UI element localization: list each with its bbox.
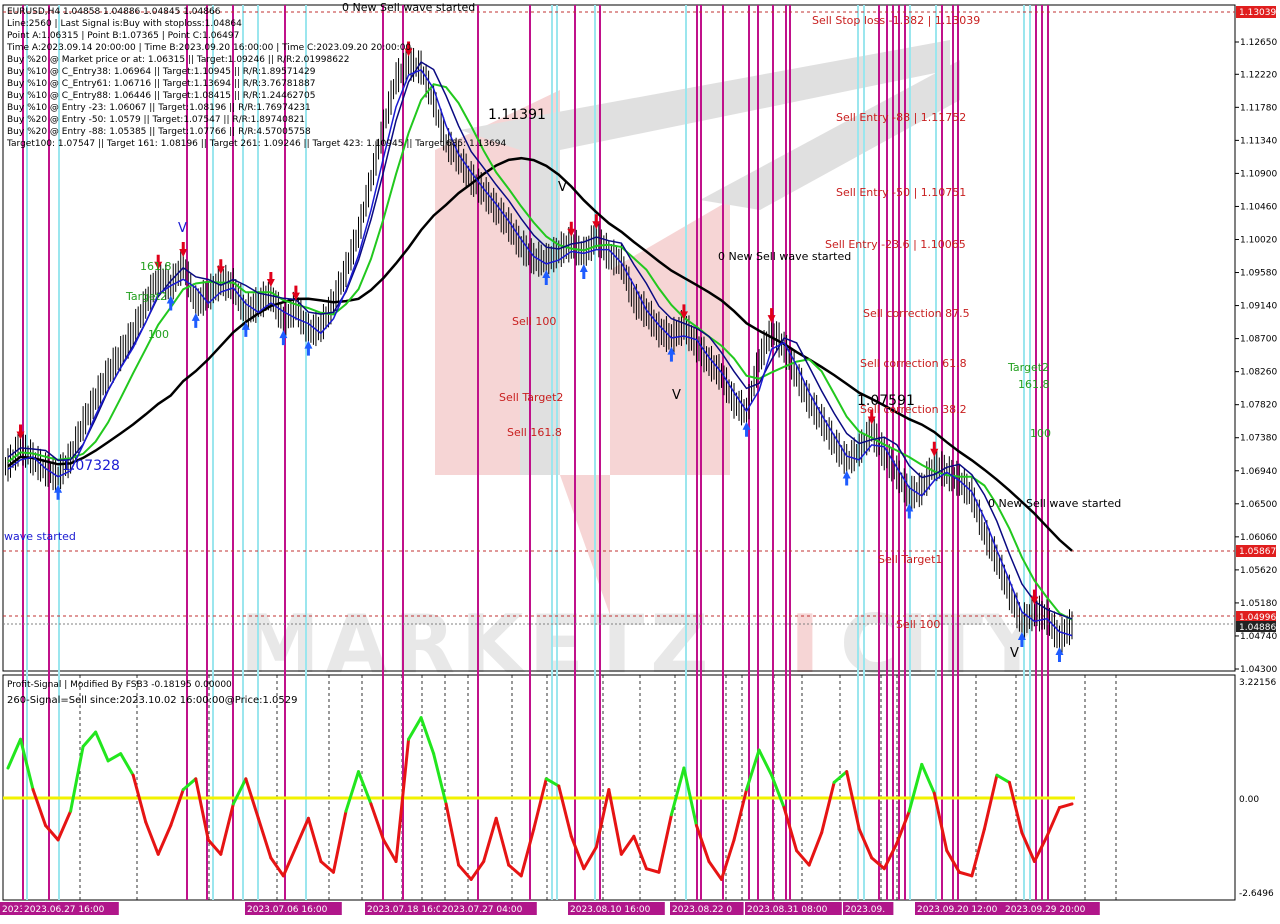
annotation-new-sell-wave: 0 New Sell wave started bbox=[988, 497, 1121, 510]
info-line: Buy %10 @ C_Entry88: 1.06446 || Target:1… bbox=[7, 91, 315, 101]
indicator-axis-zero: 0.00 bbox=[1239, 795, 1259, 805]
price-tick-label: 1.07820 bbox=[1240, 401, 1277, 411]
price-tick-label: 1.06940 bbox=[1240, 467, 1277, 477]
price-tick-label: 1.06060 bbox=[1240, 533, 1277, 543]
price-tick-label: 1.10460 bbox=[1240, 202, 1277, 212]
price-tick-label: 1.11340 bbox=[1240, 136, 1277, 146]
annotation-sell-correction: Sell correction 61.8 bbox=[860, 357, 967, 370]
time-label: 2023.08.31 08:00 bbox=[747, 905, 828, 915]
annotation-v: V bbox=[558, 180, 567, 195]
info-line: Buy %20 @ Entry -50: 1.0579 || Target:1.… bbox=[7, 115, 305, 125]
info-line: Buy %10 @ C_Entry61: 1.06716 || Target:1… bbox=[7, 79, 315, 89]
time-label: 2023.09. bbox=[845, 905, 885, 915]
price-tick-label: 1.12220 bbox=[1240, 70, 1277, 80]
annotation-v: V bbox=[178, 221, 187, 236]
annotation-sell-entry-50: Sell Entry -50 | 1.10751 bbox=[836, 186, 966, 199]
annotation-100-left: 100 bbox=[148, 328, 169, 341]
time-label: 2023.07.18 16:00 bbox=[367, 905, 448, 915]
annotation-sell-161: Sell 161.8 bbox=[507, 426, 562, 439]
annotation-level: 1.07328 bbox=[62, 458, 120, 474]
annotation-wave-started: wave started bbox=[4, 530, 76, 543]
time-label: 2023.07.27 04:00 bbox=[442, 905, 523, 915]
price-tick-label: 1.12650 bbox=[1240, 38, 1277, 48]
annotation-161-left: 161.8 bbox=[140, 260, 172, 273]
time-label: 2023.07.06 16:00 bbox=[247, 905, 328, 915]
annotation-target2: Target2 bbox=[1007, 361, 1049, 374]
info-line: Buy %20 @ Market price or at: 1.06315 ||… bbox=[7, 55, 349, 65]
info-line: Buy %10 @ C_Entry38: 1.06964 || Target:1… bbox=[7, 67, 316, 77]
indicator-axis-bottom: -2.6496 bbox=[1239, 889, 1274, 899]
price-tick-label: 1.04740 bbox=[1240, 632, 1277, 642]
indicator-axis-top: 3.22156 bbox=[1239, 678, 1276, 688]
time-label: 2023.08.10 16:00 bbox=[570, 905, 651, 915]
price-tick-label: 1.04300 bbox=[1240, 665, 1277, 675]
chart-canvas[interactable]: MARKETZ I CITY EURUSD,H4 1.04858 1.04886… bbox=[0, 0, 1280, 920]
annotation-v: V bbox=[1010, 646, 1019, 661]
info-line: Buy %10 @ Entry -23: 1.06067 || Target:1… bbox=[7, 103, 311, 113]
info-line: Target100: 1.07547 || Target 161: 1.0819… bbox=[6, 139, 507, 149]
price-tick-label: 1.05620 bbox=[1240, 566, 1277, 576]
info-line: Point A:1.06315 | Point B:1.07365 | Poin… bbox=[7, 31, 239, 41]
price-tick-label: 1.08700 bbox=[1240, 335, 1277, 345]
annotation-new-sell-wave: 0 New Sell wave started bbox=[342, 1, 475, 14]
info-line: Time A:2023.09.14 20:00:00 | Time B:2023… bbox=[6, 43, 411, 53]
annotation-sell-entry-88: Sell Entry -88 | 1.11752 bbox=[836, 111, 966, 124]
badge-stoploss: 1.13039 bbox=[1239, 8, 1276, 18]
info-line: Buy %20 @ Entry -88: 1.05385 || Target:1… bbox=[7, 127, 311, 137]
price-tick-label: 1.08260 bbox=[1240, 368, 1277, 378]
time-label: 2023.06.27 16:00 bbox=[24, 905, 105, 915]
annotation-sell-100: Sell 100 bbox=[896, 618, 940, 631]
price-tick-label: 1.10900 bbox=[1240, 169, 1277, 179]
symbol-title: EURUSD,H4 1.04858 1.04886 1.04845 1.0486… bbox=[7, 7, 221, 17]
annotation-100: 100 bbox=[1030, 427, 1051, 440]
time-label: 2023.08.22 0 bbox=[672, 905, 732, 915]
annotation-sell-target2: Sell Target2 bbox=[499, 391, 563, 404]
annotation-sell-correction: Sell correction 87.5 bbox=[863, 307, 970, 320]
price-tick-label: 1.05180 bbox=[1240, 599, 1277, 609]
annotation-level: 1.11391 bbox=[488, 107, 546, 123]
price-tick-label: 1.09140 bbox=[1240, 302, 1277, 312]
annotation-new-sell-wave: 0 New Sell wave started bbox=[718, 250, 851, 263]
time-label: 2023.09.29 20:00 bbox=[1005, 905, 1086, 915]
annotation-sell-100: Sell 100 bbox=[512, 315, 556, 328]
annotation-sell-target1: Sell Target1 bbox=[878, 553, 942, 566]
annotation-161: 161.8 bbox=[1018, 378, 1050, 391]
annotation-target-left: Target2 bbox=[125, 290, 167, 303]
annotation-v: V bbox=[672, 388, 681, 403]
price-tick-label: 1.06500 bbox=[1240, 500, 1277, 510]
price-tick-label: 1.09580 bbox=[1240, 269, 1277, 279]
price-tick-label: 1.11780 bbox=[1240, 103, 1277, 113]
info-line: Line:2560 | Last Signal is:Buy with stop… bbox=[7, 19, 242, 29]
svg-text:I: I bbox=[790, 598, 820, 691]
indicator-title: Profit-Signal | Modified By FSB3 -0.1819… bbox=[7, 680, 232, 690]
annotation-level: 1.07591 bbox=[857, 393, 915, 409]
price-tick-label: 1.07380 bbox=[1240, 434, 1277, 444]
badge-level: 1.05867 bbox=[1239, 547, 1276, 557]
price-tick-label: 1.10020 bbox=[1240, 235, 1277, 245]
chart-window[interactable]: MARKETZ I CITY EURUSD,H4 1.04858 1.04886… bbox=[0, 0, 1280, 920]
annotation-sell-stoploss: Sell Stop loss -1.382 | 1.13039 bbox=[812, 14, 980, 27]
time-label: 2023.09.20 12:00 bbox=[917, 905, 998, 915]
badge-last-price: 1.04886 bbox=[1239, 623, 1276, 633]
indicator-signal: 260-Signal=Sell since:2023.10.02 16:00:0… bbox=[7, 695, 297, 706]
